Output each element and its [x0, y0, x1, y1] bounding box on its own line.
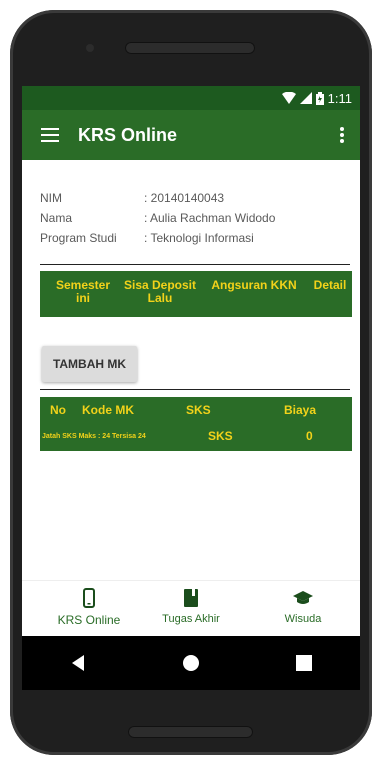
nav-label-tugas-akhir: Tugas Akhir: [162, 613, 220, 625]
app-title: KRS Online: [78, 124, 178, 145]
sks-quota: Jatah SKS Maks : 24 Tersisa 24: [42, 433, 146, 440]
nim-label: NIM: [40, 191, 62, 205]
bottom-speaker: [128, 726, 253, 738]
nav-tugas-akhir[interactable]: Tugas Akhir: [146, 587, 236, 625]
nim-value: : 20140140043: [144, 191, 225, 205]
bottom-navigation: KRS Online Tugas Akhir Wisuda: [22, 580, 360, 637]
nav-label-krs-online: KRS Online: [57, 613, 121, 627]
app-bar: KRS Online: [22, 110, 360, 160]
col-kode-mk: Kode MK: [82, 403, 134, 417]
col-sks: SKS: [186, 403, 211, 417]
tambah-mk-button[interactable]: TAMBAH MK: [42, 346, 137, 382]
nim-row: NIM : 20140140043: [40, 188, 350, 208]
col-detail: Detail: [313, 278, 347, 292]
program-label: Program Studi: [40, 231, 117, 245]
sks-unit: SKS: [208, 429, 233, 443]
student-info: NIM : 20140140043 Nama : Aulia Rachman W…: [40, 188, 350, 248]
nav-label-wisuda: Wisuda: [284, 613, 322, 625]
divider: [40, 264, 350, 265]
col-angsuran-kkn: Angsuran KKN: [211, 278, 297, 292]
battery-icon: [315, 91, 324, 105]
book-icon: [146, 587, 236, 609]
recents-icon[interactable]: [284, 643, 324, 683]
top-speaker: [125, 42, 255, 54]
col-no: No: [50, 403, 66, 417]
program-row: Program Studi : Teknologi Informasi: [40, 228, 350, 248]
status-bar: 1:11: [22, 86, 360, 110]
course-table: No Kode MK SKS Biaya Jatah SKS Maks : 24…: [40, 397, 352, 451]
signal-icon: [299, 92, 312, 104]
camera-lens: [86, 44, 94, 52]
wifi-icon: [281, 92, 296, 104]
col-semester-ini: Semester ini: [55, 278, 111, 305]
system-navigation-bar: [22, 636, 360, 690]
name-label: Nama: [40, 211, 73, 225]
graduation-cap-icon: [258, 587, 348, 609]
nav-krs-online[interactable]: KRS Online: [44, 587, 134, 627]
name-value: : Aulia Rachman Widodo: [144, 211, 276, 225]
back-icon[interactable]: [58, 643, 98, 683]
home-icon[interactable]: [171, 643, 211, 683]
phone-icon: [44, 587, 134, 609]
device-screen: 1:11 KRS Online NIM : 20140140043 Nama :…: [22, 86, 360, 690]
total-biaya: 0: [306, 429, 313, 443]
semester-table-header: Semester ini Sisa Deposit Lalu Angsuran …: [40, 271, 352, 317]
nav-wisuda[interactable]: Wisuda: [258, 587, 348, 625]
overflow-menu-icon[interactable]: [332, 110, 352, 160]
hamburger-menu-icon[interactable]: [22, 110, 78, 160]
col-sisa-deposit: Sisa Deposit Lalu: [123, 278, 197, 305]
program-value: : Teknologi Informasi: [144, 231, 254, 245]
col-biaya: Biaya: [284, 403, 317, 417]
name-row: Nama : Aulia Rachman Widodo: [40, 208, 350, 228]
status-time: 1:11: [327, 90, 352, 106]
divider: [40, 389, 350, 390]
